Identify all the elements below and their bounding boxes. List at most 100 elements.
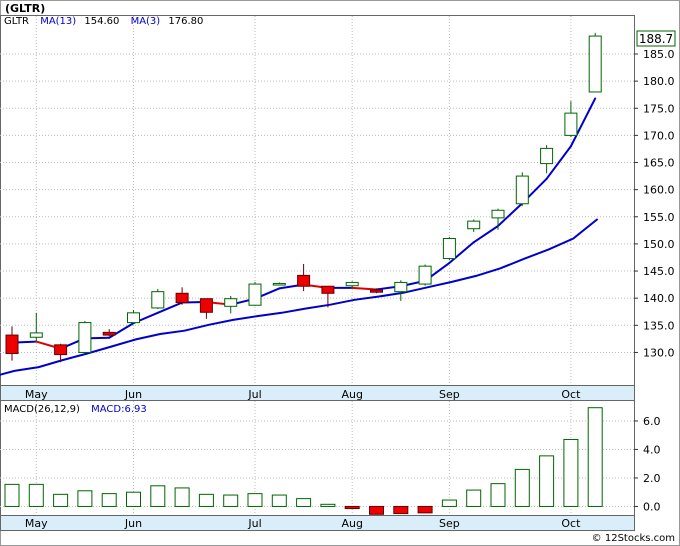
candle-body	[418, 265, 432, 285]
price-y-tick-label: 140.0	[643, 292, 675, 305]
macd-xaxis-band	[0, 515, 635, 531]
candle-body	[491, 209, 505, 219]
legend-symbol: GLTR	[4, 16, 29, 27]
macd-bar	[587, 407, 603, 507]
macd-y-tick-label: 2.0	[643, 472, 661, 485]
macd-y-tick-label: 4.0	[643, 443, 661, 456]
macd-bar	[126, 491, 141, 507]
price-y-tick-label: 175.0	[643, 102, 675, 115]
candle-body	[515, 175, 529, 205]
legend-ma3-label: MA(3)	[131, 16, 161, 27]
macd-bar	[320, 503, 336, 507]
candle-body	[78, 322, 92, 353]
candle-body	[199, 298, 213, 313]
price-y-tick-label: 170.0	[643, 129, 675, 142]
candle	[248, 281, 262, 306]
macd-x-tick-label: Jun	[124, 517, 142, 530]
candle	[442, 236, 456, 261]
macd-bar	[223, 494, 239, 507]
candle-body	[151, 291, 165, 309]
candle-body	[248, 283, 262, 306]
candle-body	[467, 220, 481, 230]
macd-y-tick-label: 6.0	[643, 415, 661, 428]
candle-body	[29, 332, 43, 338]
price-y-tick-label: 145.0	[643, 265, 675, 278]
macd-legend-label: MACD(26,12,9)	[4, 404, 80, 415]
candle	[588, 32, 602, 93]
candle-body	[370, 289, 383, 293]
candle-body	[54, 344, 68, 356]
price-panel: 130.0 135.0 140.0 145.0 150.0 155.0 160.0 165.0…	[0, 2, 676, 401]
chart-canvas: 130.0 135.0 140.0 145.0 150.0 155.0 160.0 165.0…	[0, 0, 680, 546]
candle	[515, 172, 529, 206]
price-y-tick-label: 155.0	[643, 211, 675, 224]
macd-bar	[490, 483, 506, 507]
candle-body	[442, 237, 456, 260]
macd-x-tick-label: May	[25, 517, 48, 530]
macd-bar	[4, 483, 20, 507]
footer-credit: © 12Stocks.com	[592, 533, 675, 544]
candle-body	[394, 281, 408, 293]
macd-legend-value: MACD:6.93	[91, 404, 147, 415]
candle-body	[564, 112, 578, 136]
price-y-tick-label: 165.0	[643, 157, 675, 170]
price-x-tick-label: Oct	[561, 388, 581, 401]
candle-body	[540, 147, 554, 165]
price-plot-frame	[0, 15, 635, 386]
legend-ma13-value: 154.60	[84, 16, 119, 27]
last-price-tag: 188.7	[636, 30, 676, 47]
macd-legend: MACD(26,12,9) MACD:6.93	[4, 404, 147, 415]
price-y-tick-label: 160.0	[643, 184, 675, 197]
candle-body	[588, 35, 602, 93]
price-y-tick-label: 185.0	[643, 48, 675, 61]
macd-bar	[466, 489, 482, 507]
candle	[78, 320, 92, 353]
price-x-tick-label: May	[25, 388, 48, 401]
macd-bar	[393, 505, 409, 515]
macd-bar	[369, 505, 384, 515]
macd-bar	[101, 493, 117, 507]
macd-bar	[441, 499, 457, 507]
macd-x-tick-label: Jul	[247, 517, 261, 530]
price-y-tick-label: 150.0	[643, 238, 675, 251]
macd-y-tick-label: 0.0	[643, 500, 661, 513]
macd-x-tick-label: Oct	[561, 517, 581, 530]
candle-body	[127, 312, 140, 324]
legend-ma13-label: MA(13)	[40, 16, 76, 27]
price-x-tick-label: Jun	[124, 388, 142, 401]
price-x-tick-label: Aug	[341, 388, 362, 401]
macd-bar	[417, 505, 433, 514]
price-y-tick-label: 135.0	[643, 319, 675, 332]
macd-bar	[247, 493, 263, 507]
price-x-tick-label: Sep	[439, 388, 460, 401]
macd-bar	[53, 493, 69, 507]
candle-body	[272, 283, 286, 286]
macd-bar	[77, 490, 93, 507]
macd-bar	[174, 487, 190, 507]
last-price-label: 188.7	[639, 32, 673, 46]
macd-bar	[198, 493, 214, 507]
macd-bar	[296, 498, 312, 507]
macd-x-tick-label: Aug	[341, 517, 362, 530]
macd-bar	[150, 485, 166, 507]
macd-panel: 0.0 2.0 4.0 6.0 May Jun Jul Aug Sep Oct MACD(26,…	[0, 400, 661, 531]
macd-bar	[271, 494, 287, 507]
candle-body	[297, 274, 311, 287]
candle-body	[224, 298, 238, 307]
candle-body	[5, 334, 19, 355]
legend-ma3-value: 176.80	[168, 16, 203, 27]
candle	[418, 264, 432, 286]
chart-title: (GLTR)	[5, 2, 45, 15]
macd-bar	[563, 438, 579, 507]
price-x-tick-label: Jul	[247, 388, 261, 401]
candle-body	[321, 285, 335, 294]
macd-x-tick-label: Sep	[439, 517, 460, 530]
price-y-tick-label: 130.0	[643, 346, 675, 359]
candle-body	[345, 281, 359, 287]
macd-bar	[539, 455, 555, 507]
macd-bar	[514, 468, 530, 507]
macd-bar	[344, 505, 360, 510]
candle-body	[102, 331, 116, 336]
price-y-tick-label: 180.0	[643, 75, 675, 88]
price-xaxis-band	[0, 385, 635, 401]
